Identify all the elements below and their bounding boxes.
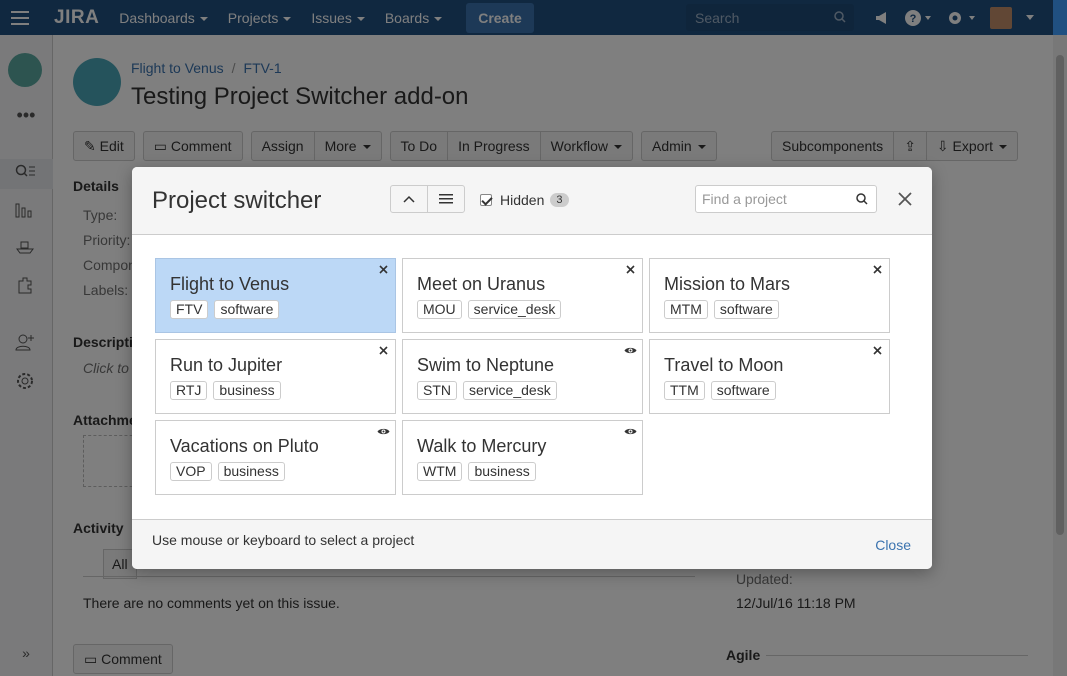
project-card[interactable]: Flight to Venus FTV software [155, 258, 396, 333]
project-type: business [217, 462, 285, 481]
project-tags: FTV software [170, 300, 280, 319]
project-card[interactable]: Swim to Neptune STN service_desk [402, 339, 643, 414]
hidden-count-badge: 3 [550, 193, 569, 207]
project-name: Flight to Venus [170, 274, 290, 294]
dialog-footer: Use mouse or keyboard to select a projec… [132, 519, 932, 569]
hamburger-icon [439, 194, 453, 204]
project-card[interactable]: Vacations on Pluto VOP business [155, 420, 396, 495]
close-icon[interactable] [895, 189, 915, 209]
project-type: software [710, 381, 776, 400]
close-link[interactable]: Close [875, 537, 911, 553]
project-type: service_desk [463, 381, 557, 400]
project-card[interactable]: Run to Jupiter RTJ business [155, 339, 396, 414]
eye-icon[interactable] [624, 344, 637, 357]
project-card[interactable]: Mission to Mars MTM software [649, 258, 890, 333]
project-card[interactable]: Travel to Moon TTM software [649, 339, 890, 414]
view-toggle-group [390, 185, 465, 213]
project-tags: MTM software [664, 300, 779, 319]
project-name: Mission to Mars [664, 274, 791, 294]
project-name: Meet on Uranus [417, 274, 546, 294]
project-key: VOP [170, 462, 212, 481]
remove-icon[interactable] [624, 263, 637, 276]
remove-icon[interactable] [377, 263, 390, 276]
project-type: service_desk [467, 300, 562, 319]
project-name: Vacations on Pluto [170, 436, 319, 456]
project-name: Walk to Mercury [417, 436, 547, 456]
project-key: WTM [417, 462, 463, 481]
search-icon [856, 193, 868, 205]
hidden-toggle[interactable]: Hidden 3 [480, 192, 569, 208]
dialog-header: Project switcher Hidden 3 Find a project [132, 167, 932, 235]
project-tags: RTJ business [170, 381, 281, 400]
footer-hint: Use mouse or keyboard to select a projec… [152, 532, 415, 548]
project-type: software [713, 300, 779, 319]
project-tags: WTM business [417, 462, 536, 481]
project-key: STN [417, 381, 457, 400]
project-key: MOU [417, 300, 462, 319]
hidden-checkbox[interactable] [480, 194, 492, 206]
collapse-button[interactable] [390, 185, 428, 213]
project-tags: MOU service_desk [417, 300, 562, 319]
project-name: Travel to Moon [664, 355, 784, 375]
remove-icon[interactable] [871, 344, 884, 357]
project-grid: Flight to Venus FTV software Meet on Uran… [155, 258, 890, 495]
project-type: business [468, 462, 536, 481]
remove-icon[interactable] [871, 263, 884, 276]
chevron-up-icon [403, 195, 415, 203]
project-tags: TTM software [664, 381, 776, 400]
project-key: TTM [664, 381, 705, 400]
project-key: MTM [664, 300, 708, 319]
project-key: FTV [170, 300, 209, 319]
list-view-button[interactable] [427, 185, 465, 213]
dialog-title: Project switcher [152, 187, 322, 214]
project-switcher-dialog: Project switcher Hidden 3 Find a project… [132, 167, 932, 569]
hidden-label: Hidden [500, 192, 545, 208]
project-card[interactable]: Meet on Uranus MOU service_desk [402, 258, 643, 333]
remove-icon[interactable] [377, 344, 390, 357]
find-project-input[interactable]: Find a project [695, 185, 877, 213]
project-tags: VOP business [170, 462, 285, 481]
project-type: software [214, 300, 280, 319]
project-name: Swim to Neptune [417, 355, 555, 375]
project-key: RTJ [170, 381, 208, 400]
project-name: Run to Jupiter [170, 355, 283, 375]
find-project-placeholder: Find a project [702, 191, 787, 207]
modal-backdrop-scroll [1053, 35, 1067, 676]
eye-icon[interactable] [377, 425, 390, 438]
eye-icon[interactable] [624, 425, 637, 438]
project-tags: STN service_desk [417, 381, 557, 400]
project-type: business [213, 381, 281, 400]
project-card[interactable]: Walk to Mercury WTM business [402, 420, 643, 495]
